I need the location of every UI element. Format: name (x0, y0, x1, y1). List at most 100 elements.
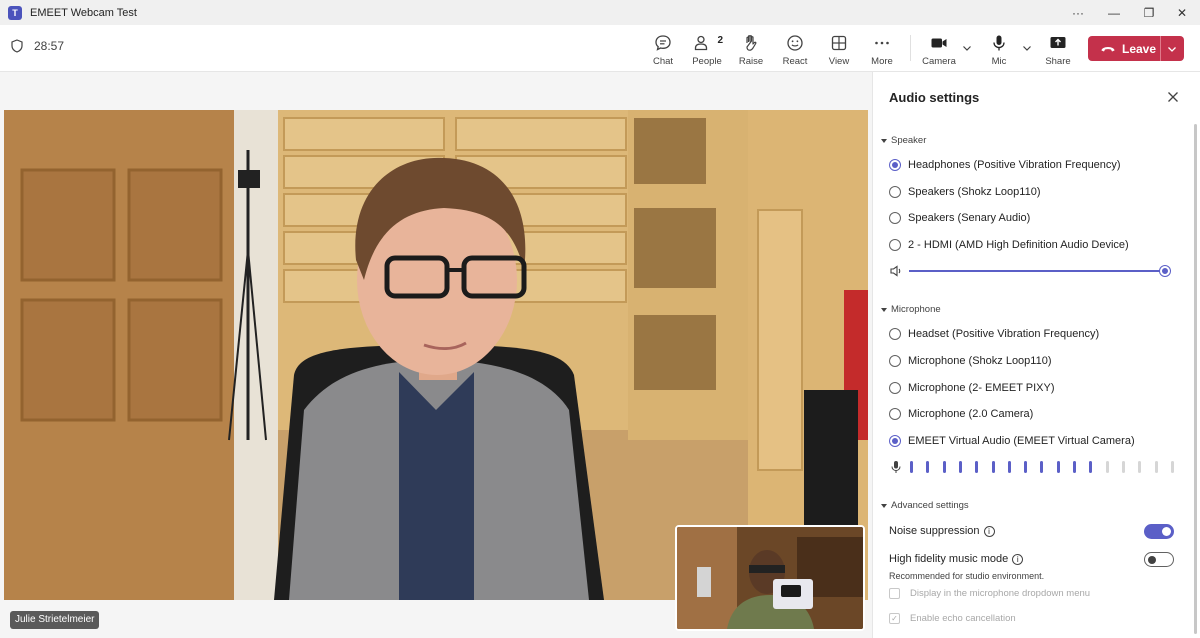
leave-button[interactable]: Leave (1088, 36, 1184, 61)
raise-hand-icon (746, 35, 757, 51)
react-button[interactable]: React (773, 29, 817, 69)
window-more-button[interactable]: ··· (1060, 0, 1096, 25)
radio-button[interactable] (889, 355, 901, 367)
share-button[interactable]: Share (1036, 29, 1080, 69)
panel-title: Audio settings (889, 90, 980, 105)
microphone-option-label: Microphone (2- EMEET PIXY) (908, 382, 1055, 394)
react-label: React (782, 56, 808, 67)
radio-button[interactable] (889, 186, 901, 198)
people-icon (694, 35, 708, 51)
radio-button[interactable] (889, 382, 901, 394)
camera-button[interactable]: Camera (917, 29, 961, 69)
radio-button[interactable] (889, 408, 901, 420)
microphone-option[interactable]: Microphone (2.0 Camera) (889, 405, 1033, 423)
close-window-button[interactable]: ✕ (1164, 0, 1200, 25)
info-icon[interactable]: i (983, 525, 995, 537)
noise-suppression-label: Noise suppression (889, 525, 980, 537)
microphone-heading: Microphone (891, 304, 941, 315)
camera-label: Camera (922, 56, 956, 67)
grid-view-icon (831, 35, 847, 51)
hang-up-phone-icon (1101, 46, 1115, 51)
title-bar: T EMEET Webcam Test (0, 0, 1200, 25)
caret-down-icon (881, 138, 887, 143)
close-icon[interactable] (1166, 90, 1180, 104)
speaker-section-toggle[interactable]: Speaker (881, 135, 926, 146)
mic-button[interactable]: Mic (977, 29, 1021, 69)
shield-icon (11, 39, 23, 53)
restore-button[interactable]: ❐ (1131, 0, 1167, 25)
microphone-option[interactable]: EMEET Virtual Audio (EMEET Virtual Camer… (889, 432, 1135, 450)
speaker-option-label: Speakers (Shokz Loop110) (908, 186, 1041, 198)
speaker-option-label: Speakers (Senary Audio) (908, 212, 1031, 224)
panel-scrollbar[interactable] (1194, 124, 1197, 634)
hifi-music-row: High fidelity music mode i (889, 553, 1024, 565)
view-button[interactable]: View (817, 29, 861, 69)
radio-button[interactable] (889, 239, 901, 251)
meeting-timer-group: 28:57 (10, 39, 64, 53)
hifi-music-note: Recommended for studio environment. (889, 571, 1045, 581)
level-bar (1154, 461, 1158, 473)
people-button[interactable]: 2 People (685, 29, 729, 69)
speaker-volume-icon (890, 265, 901, 277)
more-label: More (871, 56, 893, 67)
caret-down-icon (881, 503, 887, 508)
speaker-volume-thumb[interactable] (1160, 266, 1170, 276)
leave-divider (1160, 36, 1161, 61)
hifi-music-label: High fidelity music mode (889, 553, 1009, 565)
participant-name-tag: Julie Strietelmeier (10, 611, 100, 629)
microphone-option-label: Headset (Positive Vibration Frequency) (908, 328, 1100, 340)
mic-label: Mic (991, 56, 1007, 67)
speaker-option[interactable]: Speakers (Senary Audio) (889, 209, 1030, 227)
speaker-volume-track[interactable] (909, 270, 1165, 272)
teams-logo-icon: T (8, 5, 22, 20)
microphone-option[interactable]: Microphone (2- EMEET PIXY) (889, 379, 1055, 397)
radio-button[interactable] (889, 212, 901, 224)
chat-button[interactable]: Chat (641, 29, 685, 69)
radio-button[interactable] (889, 328, 901, 340)
speaker-option[interactable]: Headphones (Positive Vibration Frequency… (889, 156, 1121, 174)
level-bar (1056, 461, 1060, 473)
minimize-button[interactable]: — (1096, 0, 1132, 25)
camera-icon (931, 38, 947, 48)
checkmark-icon[interactable]: ✓ (889, 613, 900, 624)
advanced-heading: Advanced settings (891, 500, 969, 511)
level-bar (975, 461, 979, 473)
camera-options-chevron-down-icon[interactable] (961, 42, 973, 54)
meeting-timer: 28:57 (34, 39, 65, 53)
self-view-frame (677, 527, 863, 629)
microphone-icon (993, 35, 1005, 51)
advanced-section-toggle[interactable]: Advanced settings (881, 500, 969, 511)
mic-options-chevron-down-icon[interactable] (1021, 42, 1033, 54)
window-title: EMEET Webcam Test (30, 6, 137, 19)
self-view-video[interactable] (675, 525, 865, 631)
microphone-section-toggle[interactable]: Microphone (881, 304, 941, 315)
info-icon[interactable]: i (1012, 553, 1024, 565)
level-bar (958, 461, 962, 473)
more-button[interactable]: More (860, 29, 904, 69)
level-bar (1024, 461, 1028, 473)
speaker-option-label: 2 - HDMI (AMD High Definition Audio Devi… (908, 239, 1129, 251)
microphone-option[interactable]: Microphone (Shokz Loop110) (889, 352, 1052, 370)
microphone-option[interactable]: Headset (Positive Vibration Frequency) (889, 325, 1099, 343)
noise-suppression-toggle[interactable] (1144, 524, 1174, 539)
level-bar (1170, 461, 1174, 473)
microphone-option-label: Microphone (Shokz Loop110) (908, 355, 1052, 367)
speaker-option[interactable]: 2 - HDMI (AMD High Definition Audio Devi… (889, 236, 1129, 254)
level-bar (926, 461, 930, 473)
radio-button[interactable] (889, 435, 901, 447)
hifi-music-toggle[interactable] (1144, 552, 1174, 567)
echo-cancellation-row: ✓ Enable echo cancellation (889, 613, 1016, 624)
audio-settings-panel: Audio settings Speaker Headphones (Posit… (872, 72, 1200, 638)
raise-hand-button[interactable]: Raise (729, 29, 773, 69)
microphone-option-label: EMEET Virtual Audio (EMEET Virtual Camer… (908, 435, 1135, 447)
radio-button[interactable] (889, 159, 901, 171)
level-bar (1138, 461, 1142, 473)
leave-options-chevron-down-icon[interactable] (1166, 43, 1178, 55)
speaker-option[interactable]: Speakers (Shokz Loop110) (889, 183, 1041, 201)
checkbox[interactable] (889, 588, 900, 599)
noise-suppression-row: Noise suppression i (889, 525, 995, 537)
microphone-option-label: Microphone (2.0 Camera) (908, 408, 1034, 420)
people-count-badge: 2 (717, 35, 723, 46)
level-bar (1089, 461, 1093, 473)
level-bar (1121, 461, 1125, 473)
